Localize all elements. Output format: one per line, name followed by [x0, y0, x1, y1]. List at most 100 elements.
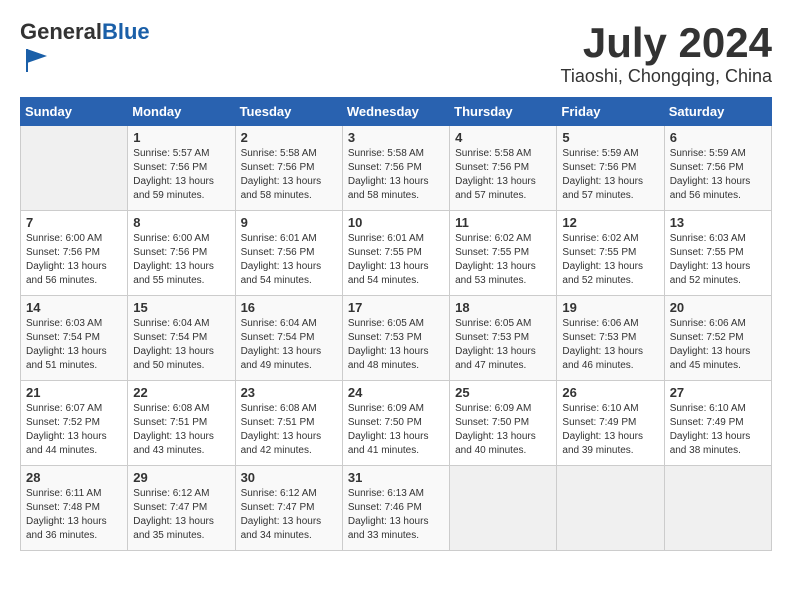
calendar-cell: 25 Sunrise: 6:09 AMSunset: 7:50 PMDayligh…	[450, 381, 557, 466]
logo-general-text: General	[20, 19, 102, 44]
calendar-cell: 1Sunrise: 5:57 AMSunset: 7:56 PMDaylight…	[128, 126, 235, 211]
day-info: Sunrise: 6:12 AMSunset: 7:47 PMDaylight:…	[133, 487, 229, 543]
day-info: Sunrise: 6:02 AMSunset: 7:55 PMDaylight:…	[562, 232, 658, 288]
day-number: 28	[26, 470, 122, 485]
day-info: Sunrise: 5:58 AMSunset: 7:56 PMDaylight:…	[348, 147, 444, 203]
calendar-cell: 8 Sunrise: 6:00 AMSunset: 7:56 PMDaylight…	[128, 211, 235, 296]
day-info: Sunrise: 6:01 AMSunset: 7:55 PMDaylight:…	[348, 232, 444, 288]
day-info: Sunrise: 6:05 AMSunset: 7:53 PMDaylight:…	[348, 317, 444, 373]
calendar-week-row: 14 Sunrise: 6:03 AMSunset: 7:54 PMDayligh…	[21, 296, 772, 381]
calendar-cell	[664, 466, 771, 551]
day-number: 20	[670, 300, 766, 315]
day-number: 27	[670, 385, 766, 400]
day-number: 18	[455, 300, 551, 315]
calendar-cell: 28 Sunrise: 6:11 AMSunset: 7:48 PMDayligh…	[21, 466, 128, 551]
calendar-cell: 31 Sunrise: 6:13 AMSunset: 7:46 PMDayligh…	[342, 466, 449, 551]
calendar-cell	[557, 466, 664, 551]
calendar-cell: 17 Sunrise: 6:05 AMSunset: 7:53 PMDayligh…	[342, 296, 449, 381]
calendar-cell: 19 Sunrise: 6:06 AMSunset: 7:53 PMDayligh…	[557, 296, 664, 381]
day-number: 4	[455, 130, 551, 145]
day-info: Sunrise: 6:08 AMSunset: 7:51 PMDaylight:…	[133, 402, 229, 458]
calendar-cell: 27 Sunrise: 6:10 AMSunset: 7:49 PMDayligh…	[664, 381, 771, 466]
calendar-cell: 24 Sunrise: 6:09 AMSunset: 7:50 PMDayligh…	[342, 381, 449, 466]
calendar-cell: 5Sunrise: 5:59 AMSunset: 7:56 PMDaylight…	[557, 126, 664, 211]
calendar-cell: 26 Sunrise: 6:10 AMSunset: 7:49 PMDayligh…	[557, 381, 664, 466]
day-number: 23	[241, 385, 337, 400]
day-number: 31	[348, 470, 444, 485]
day-number: 11	[455, 215, 551, 230]
calendar-week-row: 28 Sunrise: 6:11 AMSunset: 7:48 PMDayligh…	[21, 466, 772, 551]
day-info: Sunrise: 5:58 AMSunset: 7:56 PMDaylight:…	[455, 147, 551, 203]
day-number: 2	[241, 130, 337, 145]
day-number: 3	[348, 130, 444, 145]
day-info: Sunrise: 6:00 AMSunset: 7:56 PMDaylight:…	[133, 232, 229, 288]
calendar-cell	[450, 466, 557, 551]
day-number: 15	[133, 300, 229, 315]
location: Tiaoshi, Chongqing, China	[561, 66, 772, 87]
day-number: 22	[133, 385, 229, 400]
day-info: Sunrise: 6:11 AMSunset: 7:48 PMDaylight:…	[26, 487, 122, 543]
day-info: Sunrise: 5:58 AMSunset: 7:56 PMDaylight:…	[241, 147, 337, 203]
day-info: Sunrise: 6:04 AMSunset: 7:54 PMDaylight:…	[133, 317, 229, 373]
weekday-header: Tuesday	[235, 98, 342, 126]
day-number: 19	[562, 300, 658, 315]
day-number: 24	[348, 385, 444, 400]
calendar-cell	[21, 126, 128, 211]
day-number: 8	[133, 215, 229, 230]
weekday-header: Sunday	[21, 98, 128, 126]
weekday-header: Wednesday	[342, 98, 449, 126]
day-number: 9	[241, 215, 337, 230]
logo-blue-text: Blue	[102, 19, 150, 44]
logo: GeneralBlue	[20, 20, 150, 79]
day-number: 7	[26, 215, 122, 230]
day-info: Sunrise: 6:06 AMSunset: 7:53 PMDaylight:…	[562, 317, 658, 373]
day-info: Sunrise: 5:57 AMSunset: 7:56 PMDaylight:…	[133, 147, 229, 203]
day-info: Sunrise: 6:07 AMSunset: 7:52 PMDaylight:…	[26, 402, 122, 458]
calendar-cell: 15 Sunrise: 6:04 AMSunset: 7:54 PMDayligh…	[128, 296, 235, 381]
day-info: Sunrise: 6:10 AMSunset: 7:49 PMDaylight:…	[670, 402, 766, 458]
page-header: GeneralBlue July 2024 Tiaoshi, Chongqing…	[20, 20, 772, 87]
calendar-cell: 4 Sunrise: 5:58 AMSunset: 7:56 PMDaylight…	[450, 126, 557, 211]
calendar-cell: 29 Sunrise: 6:12 AMSunset: 7:47 PMDayligh…	[128, 466, 235, 551]
calendar-cell: 7Sunrise: 6:00 AMSunset: 7:56 PMDaylight…	[21, 211, 128, 296]
weekday-header: Monday	[128, 98, 235, 126]
calendar-cell: 18Sunrise: 6:05 AMSunset: 7:53 PMDayligh…	[450, 296, 557, 381]
calendar-week-row: 7 Sunrise: 6:00 AMSunset: 7:56 PMDaylight…	[21, 211, 772, 296]
day-number: 14	[26, 300, 122, 315]
calendar-table: SundayMondayTuesdayWednesdayThursdayFrid…	[20, 97, 772, 551]
day-info: Sunrise: 6:10 AMSunset: 7:49 PMDaylight:…	[562, 402, 658, 458]
day-info: Sunrise: 6:12 AMSunset: 7:47 PMDaylight:…	[241, 487, 337, 543]
day-info: Sunrise: 5:59 AMSunset: 7:56 PMDaylight:…	[670, 147, 766, 203]
calendar-cell: 16Sunrise: 6:04 AMSunset: 7:54 PMDayligh…	[235, 296, 342, 381]
day-info: Sunrise: 6:01 AMSunset: 7:56 PMDaylight:…	[241, 232, 337, 288]
calendar-cell: 30 Sunrise: 6:12 AMSunset: 7:47 PMDayligh…	[235, 466, 342, 551]
day-number: 17	[348, 300, 444, 315]
day-info: Sunrise: 6:13 AMSunset: 7:46 PMDaylight:…	[348, 487, 444, 543]
calendar-cell: 3 Sunrise: 5:58 AMSunset: 7:56 PMDaylight…	[342, 126, 449, 211]
month-title: July 2024	[561, 20, 772, 66]
day-number: 12	[562, 215, 658, 230]
day-number: 25	[455, 385, 551, 400]
day-number: 30	[241, 470, 337, 485]
day-number: 26	[562, 385, 658, 400]
weekday-header: Friday	[557, 98, 664, 126]
calendar-cell: 13Sunrise: 6:03 AMSunset: 7:55 PMDayligh…	[664, 211, 771, 296]
calendar-cell: 6 Sunrise: 5:59 AMSunset: 7:56 PMDaylight…	[664, 126, 771, 211]
day-number: 21	[26, 385, 122, 400]
day-info: Sunrise: 6:09 AMSunset: 7:50 PMDaylight:…	[348, 402, 444, 458]
day-number: 6	[670, 130, 766, 145]
calendar-week-row: 1Sunrise: 5:57 AMSunset: 7:56 PMDaylight…	[21, 126, 772, 211]
calendar-cell: 12 Sunrise: 6:02 AMSunset: 7:55 PMDayligh…	[557, 211, 664, 296]
calendar-cell: 23Sunrise: 6:08 AMSunset: 7:51 PMDayligh…	[235, 381, 342, 466]
calendar-cell: 22 Sunrise: 6:08 AMSunset: 7:51 PMDayligh…	[128, 381, 235, 466]
logo-icon	[22, 44, 52, 74]
calendar-cell: 20 Sunrise: 6:06 AMSunset: 7:52 PMDayligh…	[664, 296, 771, 381]
day-info: Sunrise: 6:03 AMSunset: 7:55 PMDaylight:…	[670, 232, 766, 288]
day-info: Sunrise: 6:03 AMSunset: 7:54 PMDaylight:…	[26, 317, 122, 373]
day-number: 29	[133, 470, 229, 485]
calendar-cell: 2 Sunrise: 5:58 AMSunset: 7:56 PMDaylight…	[235, 126, 342, 211]
title-block: July 2024 Tiaoshi, Chongqing, China	[561, 20, 772, 87]
day-info: Sunrise: 6:06 AMSunset: 7:52 PMDaylight:…	[670, 317, 766, 373]
day-info: Sunrise: 6:09 AMSunset: 7:50 PMDaylight:…	[455, 402, 551, 458]
weekday-header-row: SundayMondayTuesdayWednesdayThursdayFrid…	[21, 98, 772, 126]
